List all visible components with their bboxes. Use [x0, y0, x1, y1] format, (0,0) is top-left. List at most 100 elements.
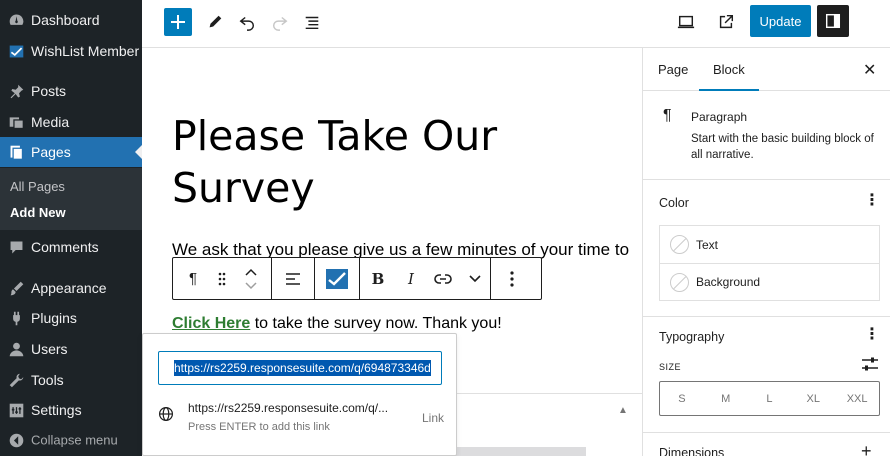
- block-card-title: Paragraph: [691, 110, 748, 124]
- menu-item-appearance[interactable]: Appearance: [0, 273, 142, 303]
- redo-button[interactable]: [266, 8, 294, 36]
- block-toolbar-group: [491, 258, 533, 299]
- menu-item-comments[interactable]: Comments: [0, 232, 142, 262]
- pages-submenu: All Pages Add New: [0, 168, 142, 230]
- menu-item-posts[interactable]: Posts: [0, 76, 142, 106]
- custom-size-icon[interactable]: [861, 356, 879, 372]
- block-card: ¶ Paragraph Start with the basic buildin…: [643, 91, 890, 180]
- menu-item-pages[interactable]: Pages: [0, 137, 142, 167]
- color-label: Text: [696, 237, 719, 252]
- color-text-option[interactable]: Text: [660, 226, 879, 263]
- globe-icon: [159, 407, 173, 421]
- add-block-button[interactable]: [164, 8, 192, 36]
- desktop-icon: [677, 15, 695, 29]
- size-option-s[interactable]: S: [660, 382, 704, 415]
- wishlist-protect-button[interactable]: [315, 258, 359, 299]
- block-options-button[interactable]: [491, 258, 533, 299]
- plus-icon[interactable]: +: [861, 441, 872, 456]
- undo-icon: [239, 16, 255, 31]
- list-view-icon: [305, 16, 319, 30]
- color-options-icon[interactable]: ⋮: [864, 193, 880, 209]
- color-label: Background: [696, 275, 761, 289]
- suggestion-type: Link: [421, 411, 444, 425]
- media-icon: [7, 113, 25, 131]
- wishlist-icon: [7, 42, 25, 60]
- color-swatch: [670, 235, 689, 254]
- color-swatch: [670, 272, 689, 292]
- wrench-icon: [7, 371, 25, 389]
- list-view-button[interactable]: [298, 8, 326, 36]
- dimensions-panel-title: Dimensions: [659, 446, 725, 456]
- color-background-option[interactable]: Background: [660, 263, 879, 300]
- undo-button[interactable]: [233, 8, 261, 36]
- chevron-down-icon: [469, 274, 481, 282]
- submenu-add-new[interactable]: Add New: [10, 205, 66, 220]
- wishlist-icon: [326, 268, 348, 289]
- drag-handle-icon[interactable]: [213, 258, 231, 299]
- menu-item-media[interactable]: Media: [0, 107, 142, 137]
- block-card-description: Start with the basic building block of a…: [691, 133, 874, 161]
- submenu-all-pages[interactable]: All Pages: [10, 179, 65, 194]
- menu-item-tools[interactable]: Tools: [0, 365, 142, 395]
- collapse-menu-button[interactable]: Collapse menu: [0, 425, 142, 455]
- preview-button[interactable]: [672, 8, 700, 36]
- block-toolbar-group: [315, 258, 360, 299]
- link-url-input[interactable]: https://rs2259.responsesuite.com/q/69487…: [158, 351, 442, 385]
- panel-divider: [643, 316, 890, 317]
- paragraph-block-link[interactable]: Click Here to take the survey now. Thank…: [172, 315, 502, 333]
- menu-item-wishlist[interactable]: WishList Member: [0, 36, 142, 66]
- size-option-xl[interactable]: XL: [791, 382, 835, 415]
- block-toolbar-group: [272, 258, 315, 299]
- size-option-m[interactable]: M: [704, 382, 748, 415]
- caret-up-icon[interactable]: ▲: [618, 405, 628, 416]
- menu-label: Media: [31, 114, 70, 130]
- editor-top-toolbar: Update: [142, 0, 890, 48]
- chevron-down-icon: [245, 281, 257, 289]
- menu-label: Pages: [31, 144, 71, 160]
- close-icon[interactable]: ✕: [863, 60, 876, 80]
- bold-button[interactable]: B: [360, 258, 396, 299]
- plug-icon: [7, 309, 25, 327]
- size-option-l[interactable]: L: [748, 382, 792, 415]
- view-post-button[interactable]: [712, 8, 740, 36]
- collapse-label: Collapse menu: [31, 432, 118, 448]
- size-option-xxl[interactable]: XXL: [835, 382, 879, 415]
- block-toolbar-group: ¶: [173, 258, 272, 299]
- menu-item-dashboard[interactable]: Dashboard: [0, 5, 142, 35]
- typography-panel-title: Typography: [659, 330, 725, 344]
- more-vertical-icon: [510, 270, 514, 287]
- comments-icon: [7, 238, 25, 256]
- survey-link[interactable]: Click Here: [172, 315, 250, 332]
- link-icon: [434, 273, 452, 284]
- typography-options-icon[interactable]: ⋮: [864, 327, 880, 343]
- link-suggestion[interactable]: https://rs2259.responsesuite.com/q/... P…: [143, 396, 456, 456]
- paragraph-icon[interactable]: ¶: [173, 258, 213, 299]
- align-button[interactable]: [272, 258, 314, 299]
- tab-block[interactable]: Block: [699, 62, 759, 91]
- color-panel-title: Color: [659, 196, 689, 210]
- tab-page[interactable]: Page: [658, 62, 688, 77]
- menu-item-settings[interactable]: Settings: [0, 395, 142, 425]
- paragraph-text: to take the survey now. Thank you!: [250, 315, 502, 332]
- suggestion-url: https://rs2259.responsesuite.com/q/...: [188, 401, 389, 415]
- menu-label: WishList Member: [31, 43, 140, 59]
- pin-icon: [7, 82, 25, 100]
- block-toolbar: ¶ B I: [172, 257, 542, 300]
- panel-divider: [643, 432, 890, 433]
- update-button[interactable]: Update: [750, 5, 811, 37]
- more-formats-button[interactable]: [460, 258, 490, 299]
- menu-item-users[interactable]: Users: [0, 334, 142, 364]
- menu-item-plugins[interactable]: Plugins: [0, 303, 142, 333]
- italic-button[interactable]: I: [396, 258, 426, 299]
- external-link-icon: [719, 14, 734, 29]
- settings-toggle-button[interactable]: [817, 5, 849, 37]
- metabox-header: [457, 393, 642, 433]
- move-buttons[interactable]: [231, 258, 271, 299]
- tools-button[interactable]: [201, 8, 229, 36]
- post-title[interactable]: Please Take Our Survey: [172, 110, 612, 214]
- sidebar-icon: [825, 13, 841, 29]
- dashboard-icon: [7, 11, 25, 29]
- link-button[interactable]: [426, 258, 460, 299]
- pages-icon: [7, 143, 25, 161]
- admin-menu: Dashboard WishList Member Posts Media Pa…: [0, 0, 142, 456]
